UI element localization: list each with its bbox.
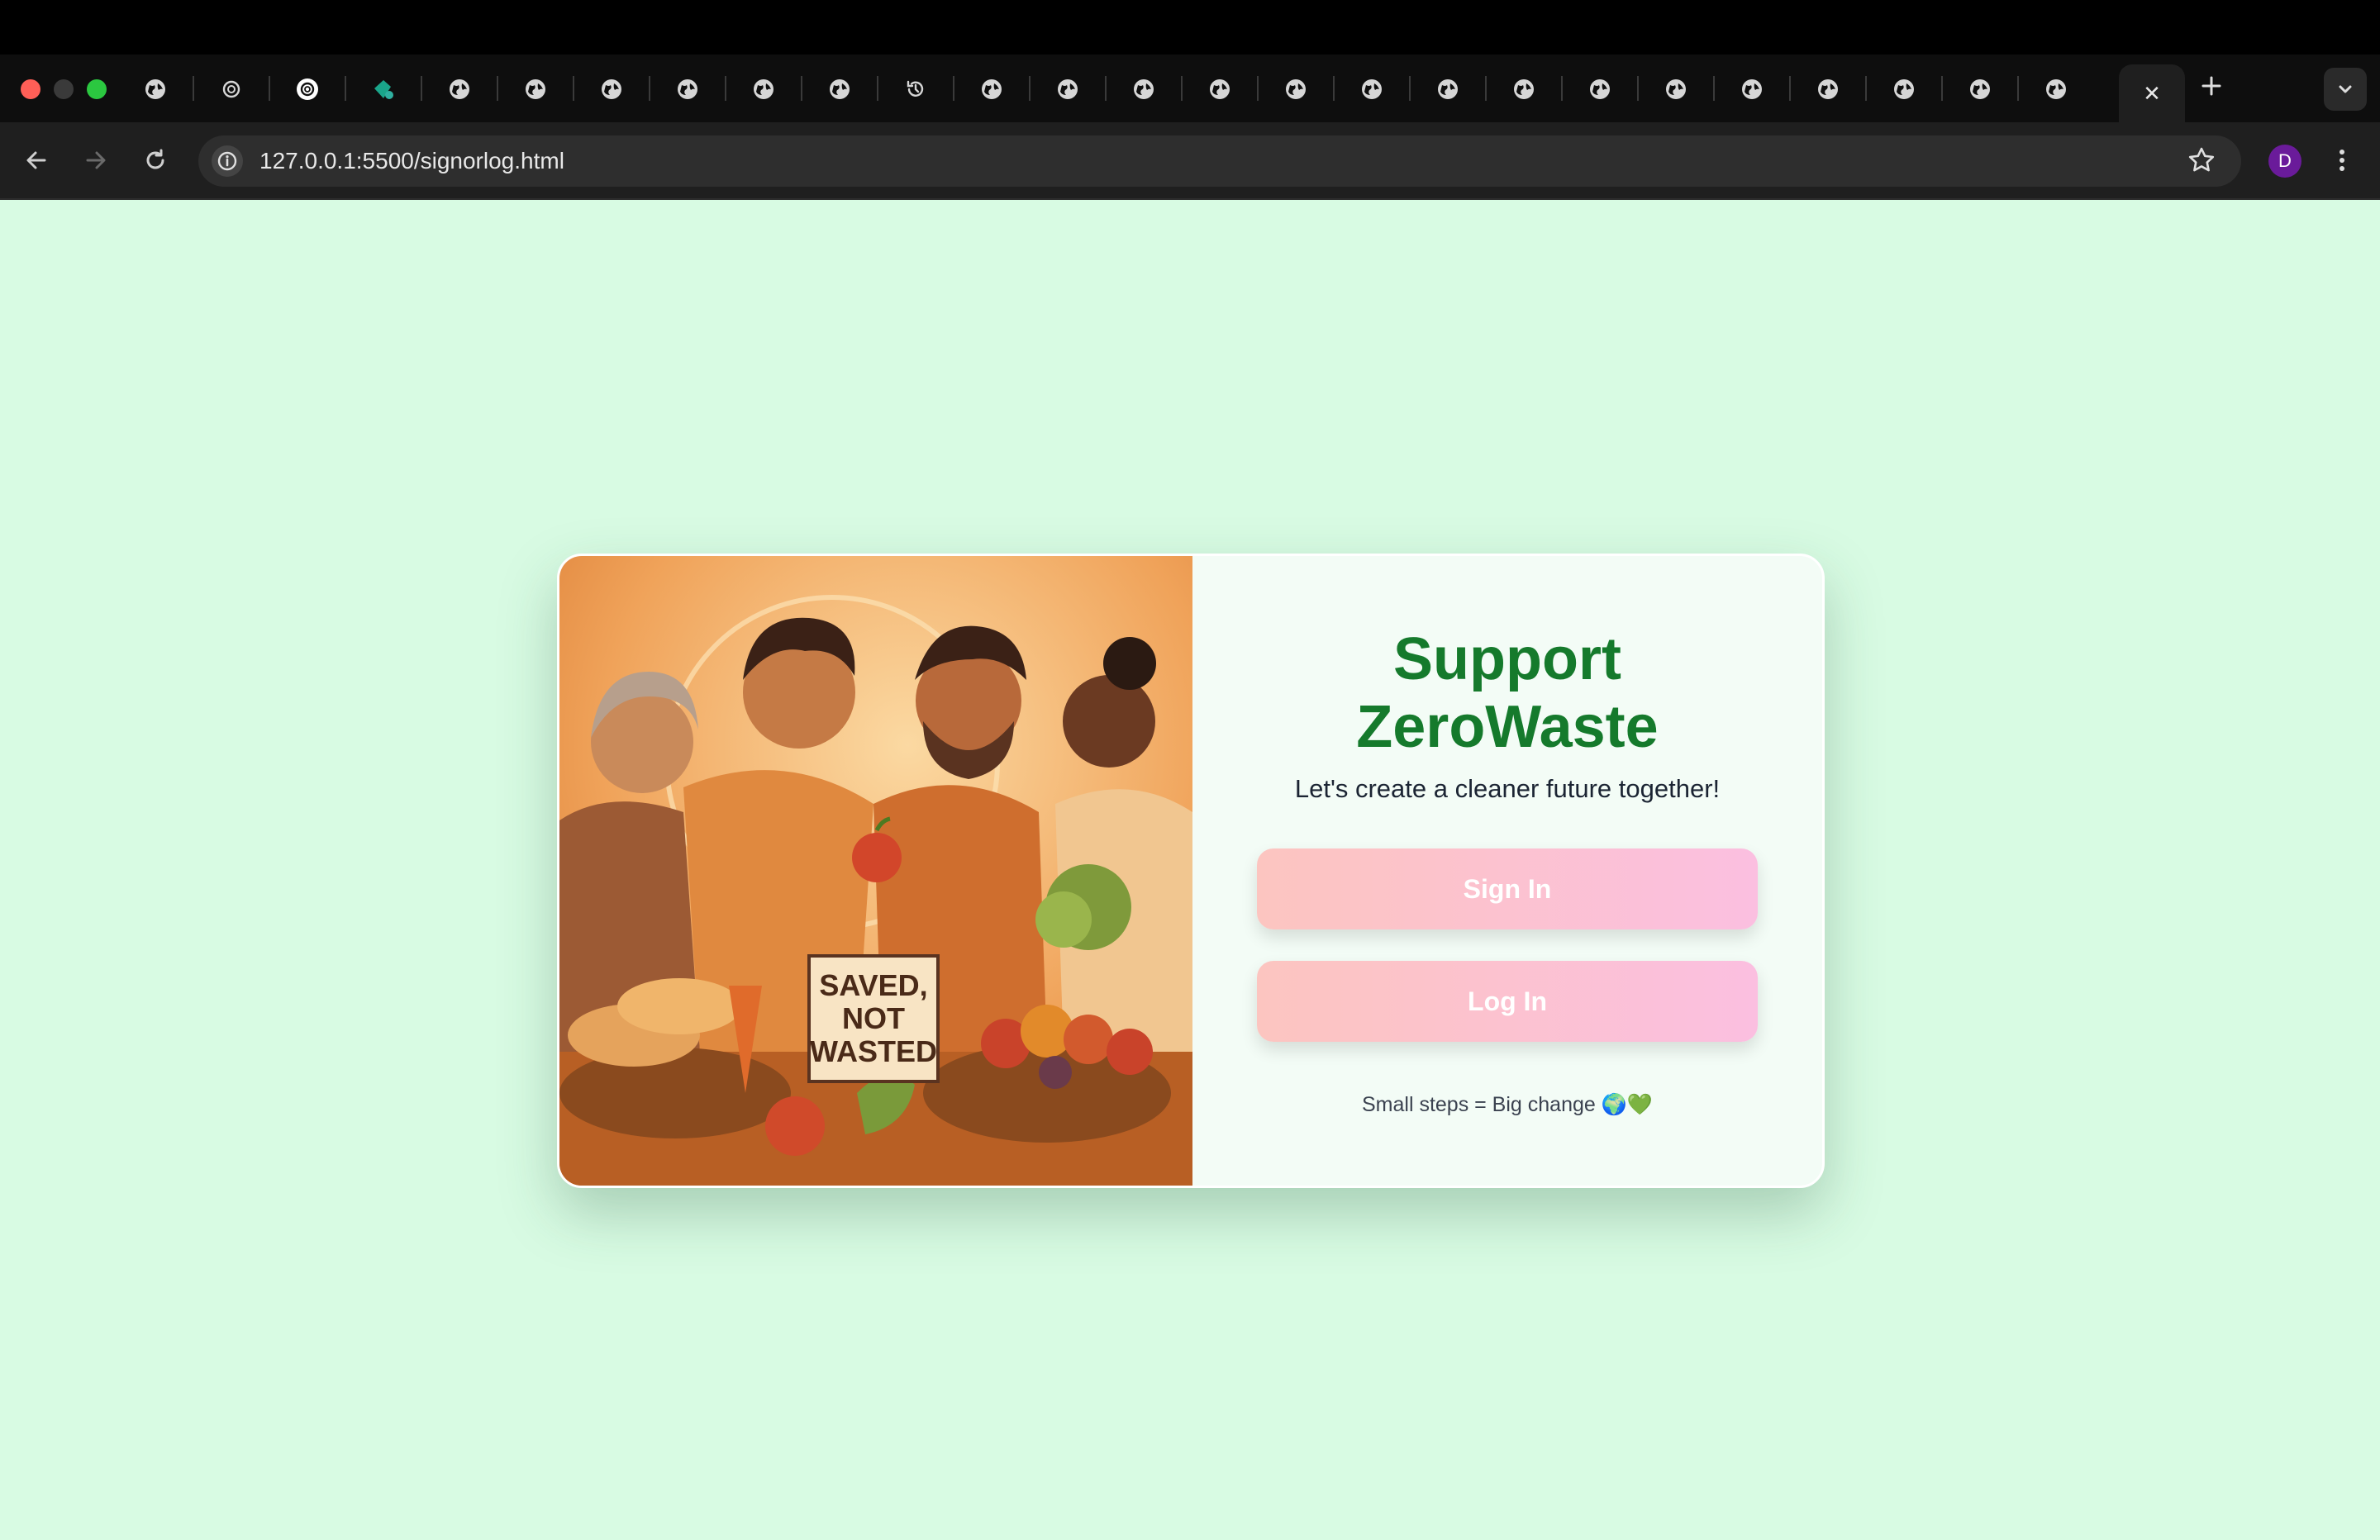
- globe-icon: [1970, 79, 1990, 99]
- forward-button[interactable]: [78, 142, 114, 178]
- globe-icon: [1286, 79, 1306, 99]
- close-window-button[interactable]: [21, 79, 40, 99]
- browser-tab[interactable]: [802, 68, 878, 111]
- os-menu-bar: [0, 0, 2380, 55]
- globe-icon: [2046, 79, 2066, 99]
- sign-in-button[interactable]: Sign In: [1257, 848, 1758, 929]
- reload-icon: [146, 149, 164, 169]
- browser-tab[interactable]: [1714, 68, 1790, 111]
- auth-panel: Support ZeroWaste Let's create a cleaner…: [1192, 556, 1822, 1186]
- globe-icon: [450, 79, 469, 99]
- browser-tab[interactable]: [1030, 68, 1106, 111]
- sign-line-3: WASTED: [810, 1034, 937, 1068]
- globe-icon: [1362, 79, 1382, 99]
- tab-search-button[interactable]: [2324, 68, 2367, 111]
- browser-tab[interactable]: [1866, 68, 1942, 111]
- browser-tab[interactable]: [2018, 68, 2094, 111]
- community-illustration: SAVED, NOT WASTED: [559, 556, 1192, 1186]
- bookmark-star-icon[interactable]: [2185, 144, 2218, 177]
- browser-tab[interactable]: [1334, 68, 1410, 111]
- url-text[interactable]: 127.0.0.1:5500/signorlog.html: [259, 145, 564, 177]
- more-menu-icon[interactable]: [2332, 144, 2352, 177]
- auth-card: SAVED, NOT WASTED Support ZeroWaste Let'…: [557, 554, 1825, 1188]
- profile-avatar[interactable]: D: [2268, 145, 2301, 178]
- browser-tab[interactable]: [193, 68, 269, 111]
- log-in-button[interactable]: Log In: [1257, 961, 1758, 1042]
- browser-tab[interactable]: [1410, 68, 1486, 111]
- browser-tab[interactable]: [1106, 68, 1182, 111]
- title-line-2: ZeroWaste: [1356, 694, 1659, 760]
- browser-tab[interactable]: [1942, 68, 2018, 111]
- history-icon: [907, 80, 924, 97]
- title-line-1: Support: [1393, 626, 1621, 692]
- openai-icon: [222, 80, 240, 98]
- globe-icon: [1058, 79, 1078, 99]
- browser-tab[interactable]: [1258, 68, 1334, 111]
- browser-tab[interactable]: [1638, 68, 1714, 111]
- close-tab-icon[interactable]: ✕: [2143, 81, 2161, 107]
- globe-icon: [1438, 79, 1458, 99]
- openai-icon: [297, 78, 318, 100]
- browser-tab[interactable]: [726, 68, 802, 111]
- page-title: Support ZeroWaste: [1192, 625, 1822, 761]
- globe-icon: [1666, 79, 1686, 99]
- globe-icon: [678, 79, 697, 99]
- browser-tab[interactable]: [345, 68, 421, 111]
- arrow-right-icon: [86, 151, 106, 169]
- globe-icon: [145, 79, 165, 99]
- browser-tab[interactable]: [117, 68, 193, 111]
- browser-tab[interactable]: [1562, 68, 1638, 111]
- globe-icon: [1514, 79, 1534, 99]
- maximize-window-button[interactable]: [87, 79, 107, 99]
- browser-tab[interactable]: [269, 68, 345, 111]
- globe-icon: [830, 79, 850, 99]
- globe-icon: [1818, 79, 1838, 99]
- sign-line-2: NOT: [842, 1001, 905, 1035]
- browser-tab[interactable]: [1486, 68, 1562, 111]
- app-logo-icon: [374, 80, 393, 99]
- browser-tab[interactable]: [421, 68, 497, 111]
- browser-tab[interactable]: [574, 68, 650, 111]
- globe-icon: [526, 79, 545, 99]
- arrow-left-icon: [26, 151, 46, 169]
- globe-icon: [982, 79, 1002, 99]
- browser-tab[interactable]: [1790, 68, 1866, 111]
- page-subtitle: Let's create a cleaner future together!: [1294, 774, 1721, 803]
- minimize-window-button[interactable]: [54, 79, 74, 99]
- browser-tab[interactable]: [1182, 68, 1258, 111]
- globe-icon: [1894, 79, 1914, 99]
- tagline: Small steps = Big change 🌍💚: [1361, 1093, 1653, 1116]
- globe-icon: [602, 79, 621, 99]
- back-button[interactable]: [18, 142, 55, 178]
- plus-icon: [2202, 76, 2221, 96]
- tab-active[interactable]: ✕: [2119, 64, 2185, 122]
- globe-icon: [1134, 79, 1154, 99]
- globe-icon: [754, 79, 774, 99]
- browser-tab[interactable]: [954, 68, 1030, 111]
- browser-tab[interactable]: [878, 68, 954, 111]
- globe-icon: [1210, 79, 1230, 99]
- globe-icon: [1590, 79, 1610, 99]
- browser-tab[interactable]: [650, 68, 726, 111]
- sign-line-1: SAVED,: [819, 968, 927, 1002]
- browser-tab[interactable]: [497, 68, 574, 111]
- globe-icon: [1742, 79, 1762, 99]
- new-tab-button[interactable]: [2197, 71, 2226, 101]
- site-info-icon[interactable]: [212, 145, 243, 177]
- chevron-down-icon: [2339, 85, 2352, 93]
- reload-button[interactable]: [137, 142, 174, 178]
